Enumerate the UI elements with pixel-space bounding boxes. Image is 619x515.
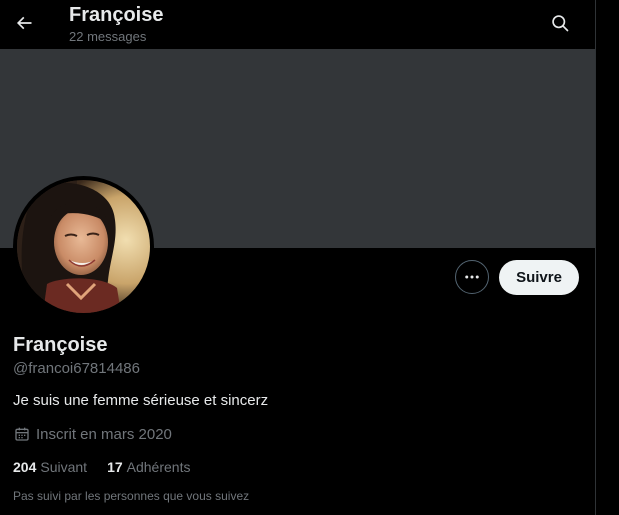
profile-bio: Je suis une femme sérieuse et sincerz [13, 392, 269, 409]
top-header: Françoise 22 messages [0, 0, 595, 49]
join-date: Inscrit en mars 2020 [13, 425, 172, 443]
avatar[interactable] [13, 176, 154, 317]
avatar-photo [17, 180, 150, 313]
column-divider [595, 0, 596, 515]
header-post-count: 22 messages [69, 29, 147, 44]
following-label: Suivant [40, 459, 88, 475]
search-button[interactable] [543, 6, 577, 40]
followers-label: Adhérents [126, 459, 191, 475]
calendar-icon [13, 425, 31, 443]
follow-counts: 204 Suivant 17 Adhérents [13, 458, 190, 476]
header-title: Françoise [69, 4, 164, 26]
profile-column: Françoise 22 messages Suivre Françoise @… [0, 0, 595, 515]
follow-button[interactable]: Suivre [499, 260, 579, 295]
arrow-left-icon [16, 16, 32, 30]
back-button[interactable] [7, 6, 41, 40]
profile-handle: @francoi67814486 [13, 360, 140, 377]
join-date-text: Inscrit en mars 2020 [36, 425, 172, 443]
followers-link[interactable]: 17 Adhérents [107, 459, 190, 475]
followers-count: 17 [107, 459, 123, 475]
profile-page: Françoise 22 messages Suivre Françoise @… [0, 0, 619, 515]
search-icon [552, 15, 569, 32]
more-horizontal-icon [465, 275, 479, 279]
more-options-button[interactable] [455, 260, 489, 294]
following-link[interactable]: 204 Suivant [13, 459, 87, 475]
profile-display-name: Françoise [13, 334, 108, 356]
following-count: 204 [13, 459, 37, 475]
not-followed-note: Pas suivi par les personnes que vous sui… [13, 489, 250, 503]
